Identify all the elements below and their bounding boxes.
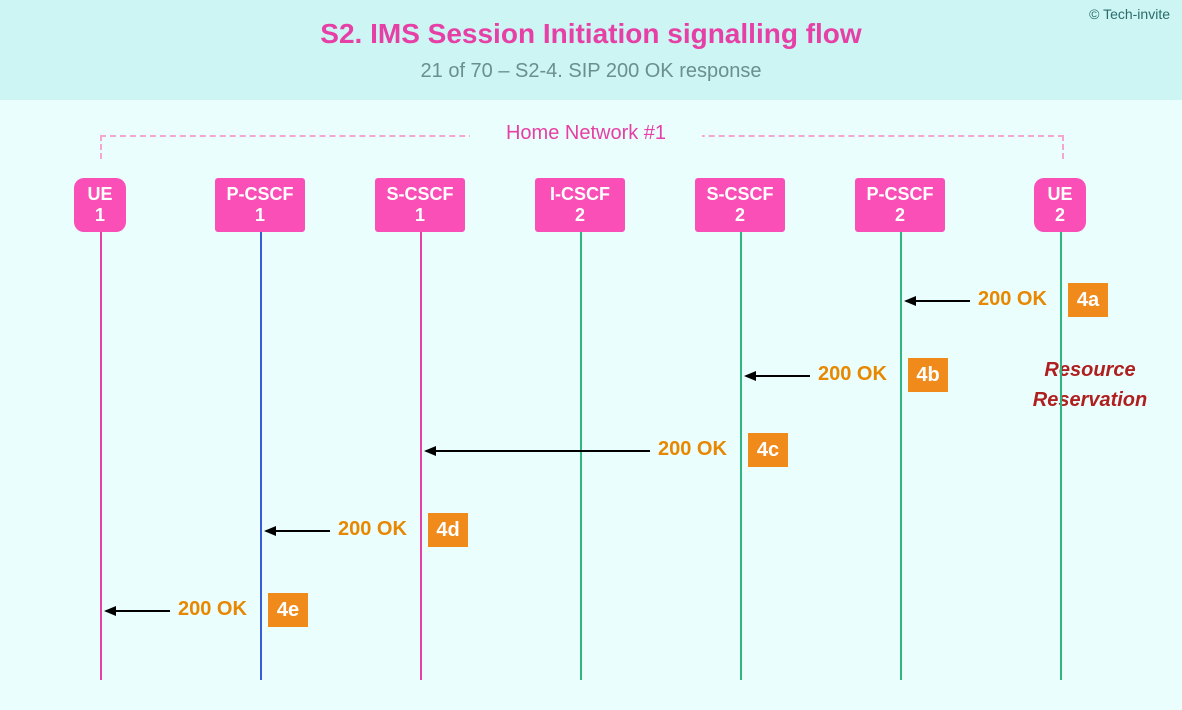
header-band: © Tech-invite S2. IMS Session Initiation… — [0, 0, 1182, 100]
node-label-line2: 2 — [535, 205, 625, 226]
note-line2: Reservation — [1033, 389, 1148, 411]
diagram-page: © Tech-invite S2. IMS Session Initiation… — [0, 0, 1182, 710]
page-subtitle: 21 of 70 – S2-4. SIP 200 OK response — [0, 60, 1182, 83]
msg-label-4c: 200 OK — [658, 438, 727, 461]
node-label-line2: 2 — [695, 205, 785, 226]
lifeline-scscf1 — [420, 230, 422, 680]
node-pcscf2: P-CSCF2 — [855, 178, 945, 232]
copyright: © Tech-invite — [1089, 6, 1170, 22]
node-label-line1: I-CSCF — [535, 184, 625, 205]
node-scscf1: S-CSCF1 — [375, 178, 465, 232]
lifeline-pcscf2 — [900, 230, 902, 680]
note-line1: Resource — [1044, 359, 1135, 381]
arrow-4b — [746, 375, 810, 377]
node-ue2: UE2 — [1034, 178, 1086, 232]
step-badge-4e: 4e — [268, 593, 308, 627]
node-label-line1: S-CSCF — [695, 184, 785, 205]
lifeline-pcscf1 — [260, 230, 262, 680]
node-label-line1: P-CSCF — [215, 184, 305, 205]
arrow-4d — [266, 530, 330, 532]
lifeline-ue1 — [100, 230, 102, 680]
node-label-line2: 1 — [215, 205, 305, 226]
node-label-line2: 1 — [74, 205, 126, 226]
step-badge-4c: 4c — [748, 433, 788, 467]
lifeline-ue2 — [1060, 230, 1062, 680]
node-ue1: UE1 — [74, 178, 126, 232]
msg-label-4d: 200 OK — [338, 518, 407, 541]
msg-label-4a: 200 OK — [978, 288, 1047, 311]
node-label-line2: 2 — [855, 205, 945, 226]
node-label-line2: 2 — [1034, 205, 1086, 226]
node-label-line1: UE — [1034, 184, 1086, 205]
node-label-line1: UE — [74, 184, 126, 205]
lifeline-scscf2 — [740, 230, 742, 680]
lifeline-icscf2 — [580, 230, 582, 680]
resource-reservation-note: Resource Reservation — [1010, 355, 1170, 415]
arrow-4c — [426, 450, 650, 452]
msg-label-4b: 200 OK — [818, 363, 887, 386]
msg-label-4e: 200 OK — [178, 598, 247, 621]
arrow-4e — [106, 610, 170, 612]
page-title: S2. IMS Session Initiation signalling fl… — [0, 18, 1182, 50]
diagram-canvas: Home Network #1 Resource Reservation UE1… — [0, 100, 1182, 710]
node-scscf2: S-CSCF2 — [695, 178, 785, 232]
node-icscf2: I-CSCF2 — [535, 178, 625, 232]
step-badge-4a: 4a — [1068, 283, 1108, 317]
home-network-label: Home Network #1 — [470, 122, 702, 145]
node-label-line1: S-CSCF — [375, 184, 465, 205]
node-label-line2: 1 — [375, 205, 465, 226]
arrow-4a — [906, 300, 970, 302]
node-pcscf1: P-CSCF1 — [215, 178, 305, 232]
step-badge-4b: 4b — [908, 358, 948, 392]
node-label-line1: P-CSCF — [855, 184, 945, 205]
step-badge-4d: 4d — [428, 513, 468, 547]
